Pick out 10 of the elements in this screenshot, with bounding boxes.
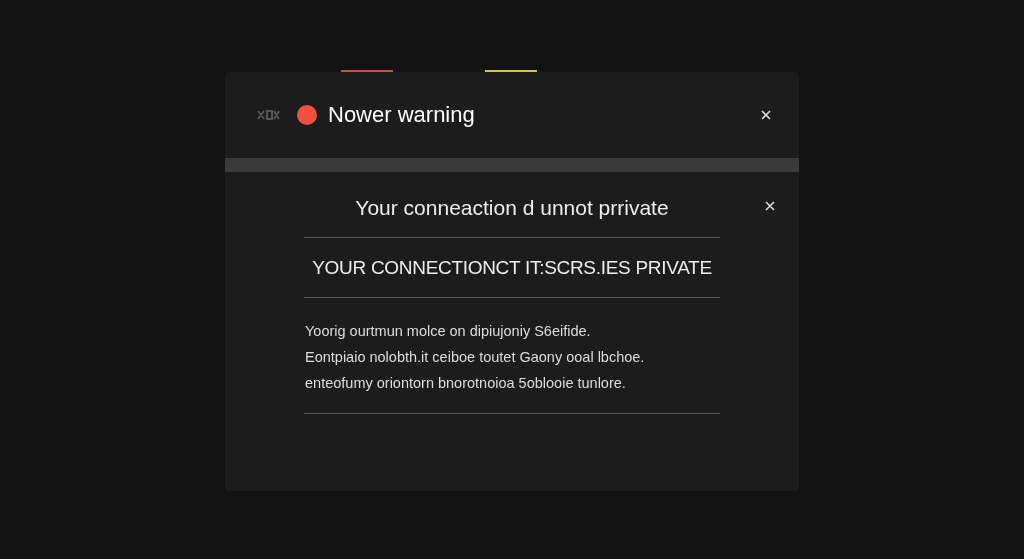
glyph-icon xyxy=(256,108,280,122)
heading: Your conneaction d unnot prrivate xyxy=(354,196,670,221)
subheading: YOUR CONNECTIONCT IT:SCRS.IES PRIVATE xyxy=(311,256,713,280)
close-icon[interactable] xyxy=(760,109,772,121)
close-icon[interactable] xyxy=(764,200,776,212)
body-text: Eontpiaio nolobth.it ceiboe toutet Gaony ooal lbchoe. xyxy=(305,348,646,367)
body-text: Yoorig ourtmun molce on dipiujoniy S6eifide. xyxy=(305,322,592,341)
status-dot xyxy=(297,105,317,125)
body-text: enteofumy oriontorn bnorotnoioa 5oblooie tunlore. xyxy=(305,374,627,393)
dialog-title: Nower warning xyxy=(328,102,475,128)
